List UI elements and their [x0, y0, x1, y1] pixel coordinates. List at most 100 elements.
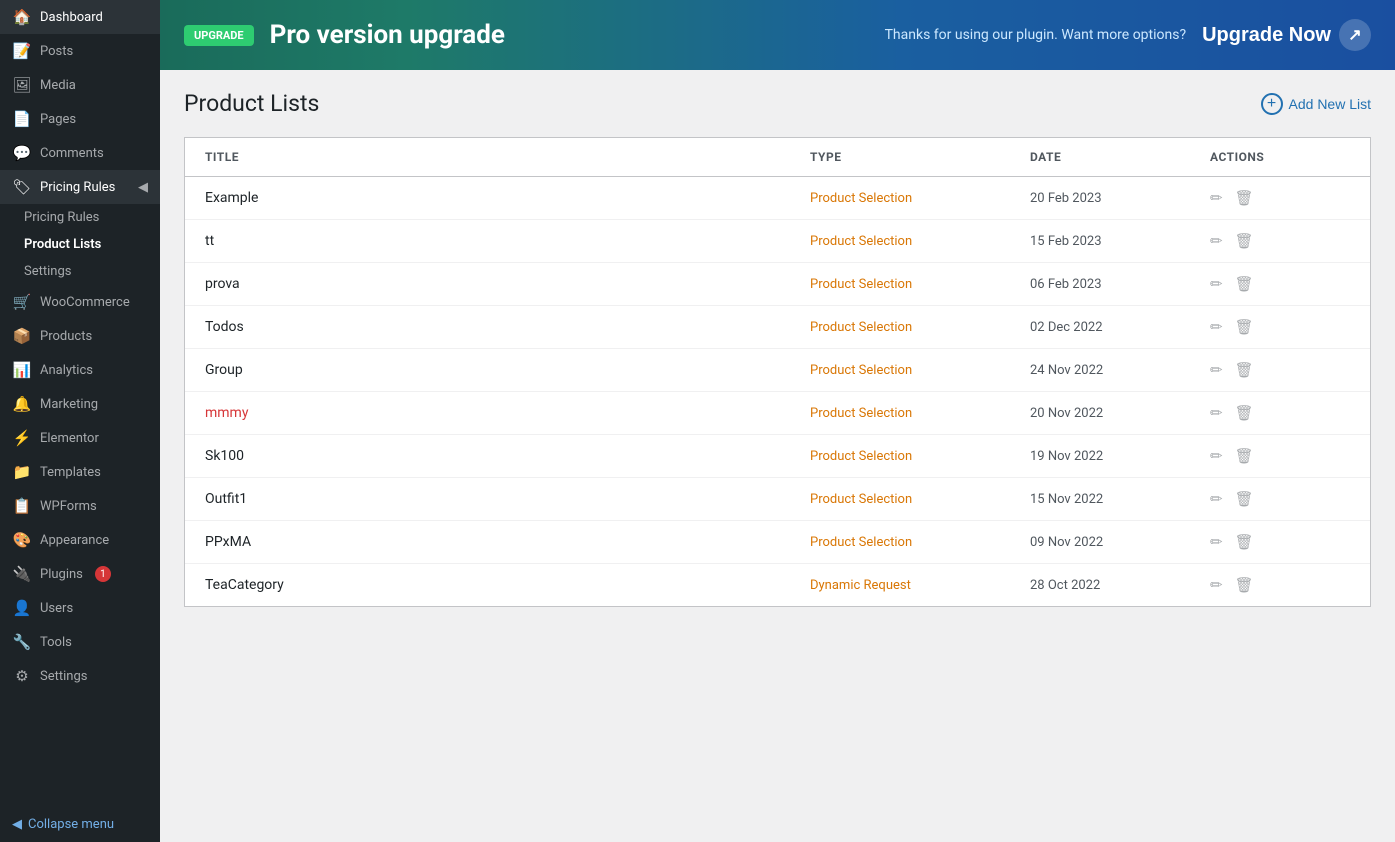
main-content: UPGRADE Pro version upgrade Thanks for u…: [160, 0, 1395, 842]
row-type: Product Selection: [810, 492, 1030, 507]
col-actions: ACTIONS: [1210, 150, 1350, 164]
row-actions: ✏ 🗑: [1210, 490, 1350, 508]
table-row: prova Product Selection 06 Feb 2023 ✏ 🗑: [185, 263, 1370, 306]
row-date: 19 Nov 2022: [1030, 449, 1210, 464]
delete-icon[interactable]: 🗑: [1235, 232, 1254, 250]
upgrade-now-button[interactable]: Upgrade Now ↗: [1202, 19, 1371, 51]
row-date: 15 Feb 2023: [1030, 234, 1210, 249]
row-actions: ✏ 🗑: [1210, 275, 1350, 293]
col-date: DATE: [1030, 150, 1210, 164]
delete-icon[interactable]: 🗑: [1235, 189, 1254, 207]
row-title: PPxMA: [205, 534, 810, 550]
edit-icon[interactable]: ✏: [1210, 447, 1223, 465]
marketing-icon: 🔔: [12, 395, 32, 413]
sidebar-item-marketing[interactable]: 🔔 Marketing: [0, 387, 160, 421]
sidebar-item-dashboard[interactable]: 🏠 Dashboard: [0, 0, 160, 34]
row-type: Product Selection: [810, 535, 1030, 550]
row-date: 24 Nov 2022: [1030, 363, 1210, 378]
upgrade-arrow-icon: ↗: [1339, 19, 1371, 51]
row-date: 06 Feb 2023: [1030, 277, 1210, 292]
delete-icon[interactable]: 🗑: [1235, 490, 1254, 508]
sidebar-item-settings[interactable]: ⚙ Settings: [0, 659, 160, 693]
row-actions: ✏ 🗑: [1210, 318, 1350, 336]
sidebar-item-wpforms[interactable]: 📋 WPForms: [0, 489, 160, 523]
row-type: Dynamic Request: [810, 578, 1030, 593]
row-actions: ✏ 🗑: [1210, 447, 1350, 465]
sidebar-item-elementor[interactable]: ⚡ Elementor: [0, 421, 160, 455]
delete-icon[interactable]: 🗑: [1235, 447, 1254, 465]
elementor-icon: ⚡: [12, 429, 32, 447]
sidebar-item-pricing-rules[interactable]: 🏷 Pricing Rules ◀: [0, 170, 160, 204]
wpforms-icon: 📋: [12, 497, 32, 515]
row-title: TeaCategory: [205, 577, 810, 593]
add-new-list-button[interactable]: + Add New List: [1261, 93, 1371, 115]
sidebar-item-woocommerce[interactable]: 🛒 WooCommerce: [0, 285, 160, 319]
sidebar-item-tools[interactable]: 🔧 Tools: [0, 625, 160, 659]
tools-icon: 🔧: [12, 633, 32, 651]
table-row: Group Product Selection 24 Nov 2022 ✏ 🗑: [185, 349, 1370, 392]
page-content: Product Lists + Add New List TITLE TYPE …: [160, 70, 1395, 842]
sidebar-item-analytics[interactable]: 📊 Analytics: [0, 353, 160, 387]
media-icon: 🖼: [12, 76, 32, 94]
edit-icon[interactable]: ✏: [1210, 361, 1223, 379]
sidebar-item-appearance[interactable]: 🎨 Appearance: [0, 523, 160, 557]
pages-icon: 📄: [12, 110, 32, 128]
row-actions: ✏ 🗑: [1210, 189, 1350, 207]
templates-icon: 📁: [12, 463, 32, 481]
edit-icon[interactable]: ✏: [1210, 318, 1223, 336]
row-actions: ✏ 🗑: [1210, 232, 1350, 250]
delete-icon[interactable]: 🗑: [1235, 576, 1254, 594]
sidebar-item-users[interactable]: 👤 Users: [0, 591, 160, 625]
pricing-rules-icon: 🏷: [12, 178, 32, 196]
edit-icon[interactable]: ✏: [1210, 189, 1223, 207]
plugins-badge: 1: [95, 566, 111, 582]
delete-icon[interactable]: 🗑: [1235, 275, 1254, 293]
delete-icon[interactable]: 🗑: [1235, 318, 1254, 336]
product-lists-table: TITLE TYPE DATE ACTIONS Example Product …: [184, 137, 1371, 607]
table-row: Example Product Selection 20 Feb 2023 ✏ …: [185, 177, 1370, 220]
settings-icon: ⚙: [12, 667, 32, 685]
row-actions: ✏ 🗑: [1210, 533, 1350, 551]
edit-icon[interactable]: ✏: [1210, 275, 1223, 293]
sidebar-item-plugins[interactable]: 🔌 Plugins 1: [0, 557, 160, 591]
chevron-icon: ◀: [138, 180, 148, 195]
comments-icon: 💬: [12, 144, 32, 162]
delete-icon[interactable]: 🗑: [1235, 533, 1254, 551]
sidebar-item-products[interactable]: 📦 Products: [0, 319, 160, 353]
dashboard-icon: 🏠: [12, 8, 32, 26]
sidebar-sub-product-lists[interactable]: Product Lists: [0, 231, 160, 258]
row-date: 20 Feb 2023: [1030, 191, 1210, 206]
row-date: 09 Nov 2022: [1030, 535, 1210, 550]
sidebar-item-pages[interactable]: 📄 Pages: [0, 102, 160, 136]
table-row: TeaCategory Dynamic Request 28 Oct 2022 …: [185, 564, 1370, 606]
sidebar-item-comments[interactable]: 💬 Comments: [0, 136, 160, 170]
collapse-icon: ◀: [12, 817, 22, 832]
sidebar-item-templates[interactable]: 📁 Templates: [0, 455, 160, 489]
sidebar-item-posts[interactable]: 📝 Posts: [0, 34, 160, 68]
sidebar: 🏠 Dashboard 📝 Posts 🖼 Media 📄 Pages 💬 Co…: [0, 0, 160, 842]
posts-icon: 📝: [12, 42, 32, 60]
row-title[interactable]: mmmy: [205, 405, 810, 421]
row-type: Product Selection: [810, 234, 1030, 249]
delete-icon[interactable]: 🗑: [1235, 404, 1254, 422]
row-type: Product Selection: [810, 449, 1030, 464]
row-type: Product Selection: [810, 320, 1030, 335]
edit-icon[interactable]: ✏: [1210, 576, 1223, 594]
sidebar-item-media[interactable]: 🖼 Media: [0, 68, 160, 102]
row-title: tt: [205, 233, 810, 249]
sidebar-sub-settings[interactable]: Settings: [0, 258, 160, 285]
edit-icon[interactable]: ✏: [1210, 232, 1223, 250]
collapse-menu-button[interactable]: ◀ Collapse menu: [0, 807, 160, 842]
plugins-icon: 🔌: [12, 565, 32, 583]
row-actions: ✏ 🗑: [1210, 404, 1350, 422]
row-title: Todos: [205, 319, 810, 335]
table-row: Outfit1 Product Selection 15 Nov 2022 ✏ …: [185, 478, 1370, 521]
row-title: Outfit1: [205, 491, 810, 507]
edit-icon[interactable]: ✏: [1210, 404, 1223, 422]
edit-icon[interactable]: ✏: [1210, 490, 1223, 508]
edit-icon[interactable]: ✏: [1210, 533, 1223, 551]
delete-icon[interactable]: 🗑: [1235, 361, 1254, 379]
upgrade-banner: UPGRADE Pro version upgrade Thanks for u…: [160, 0, 1395, 70]
upgrade-title: Pro version upgrade: [270, 20, 869, 50]
sidebar-sub-pricing-rules[interactable]: Pricing Rules: [0, 204, 160, 231]
